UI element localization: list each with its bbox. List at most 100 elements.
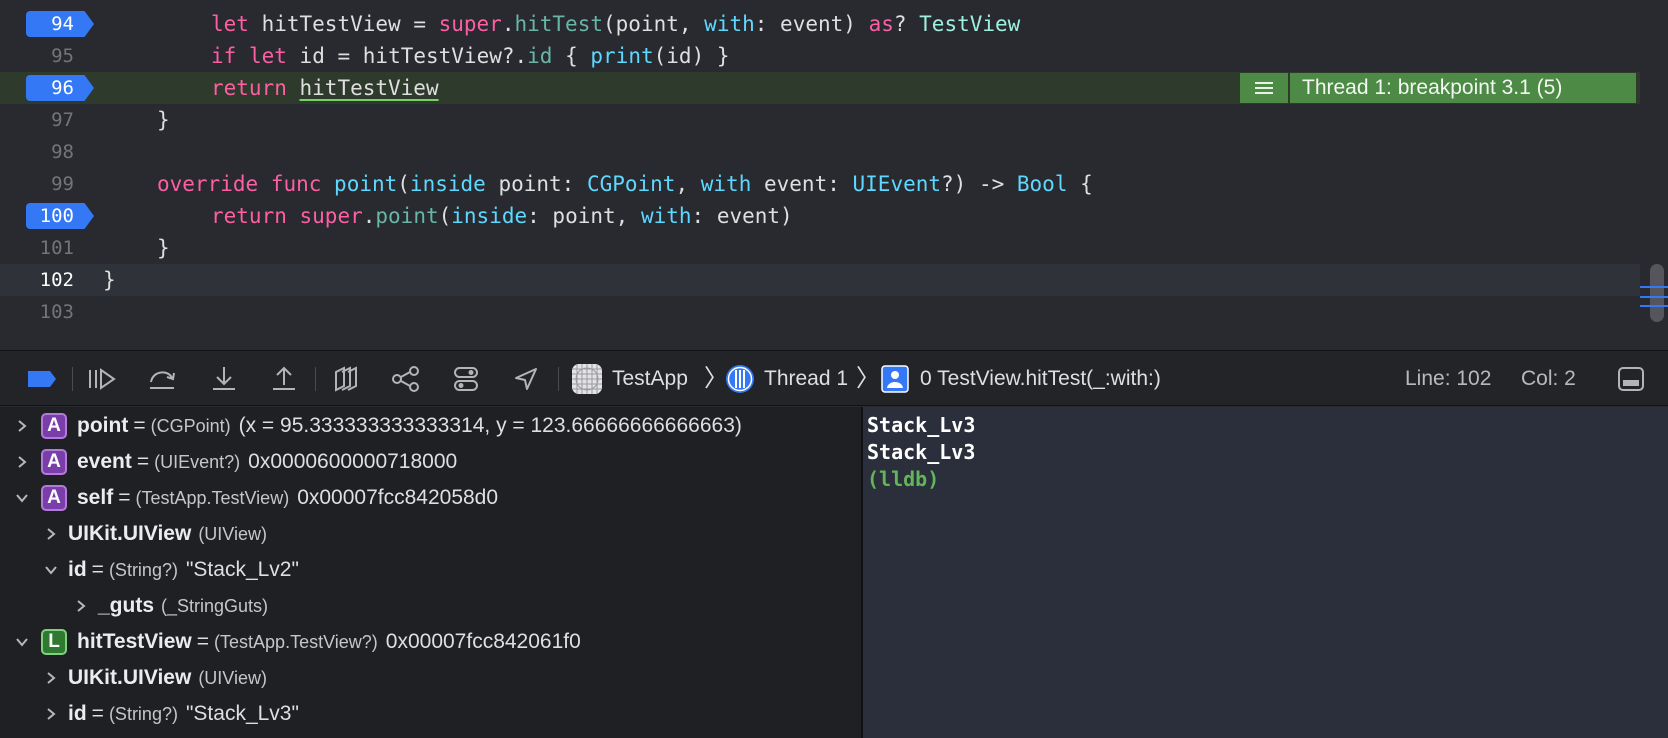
cursor-line-label: Line: 102	[1405, 367, 1492, 390]
variable-value: "Stack_Lv3"	[185, 702, 299, 725]
line-number: 99	[51, 173, 74, 195]
menu-lines-icon[interactable]	[1240, 73, 1288, 103]
breadcrumb-frame[interactable]: 0 TestView.hitTest(_:with:)	[920, 363, 1161, 395]
line-number: 97	[51, 109, 74, 131]
argument-badge-icon: A	[41, 413, 67, 439]
breadcrumb-app[interactable]: TestApp	[612, 363, 688, 395]
thread-breakpoint-label: Thread 1: breakpoint 3.1 (5)	[1290, 73, 1636, 103]
toggle-console-icon[interactable]	[1614, 363, 1648, 395]
code-text: if let id = hitTestView?.id { print(id) …	[211, 44, 730, 68]
code-text: }	[157, 108, 170, 132]
continue-icon[interactable]	[84, 363, 120, 395]
chevron-right-icon: 〉	[856, 365, 880, 392]
code-line-98[interactable]: 98	[0, 136, 1640, 168]
variable-name: hitTestView	[77, 630, 192, 653]
app-icon[interactable]	[570, 363, 604, 395]
code-text: let hitTestView = super.hitTest(point, w…	[211, 12, 1021, 36]
minimap-marker	[1640, 286, 1668, 288]
variable-row[interactable]: id = (String?) "Stack_Lv2"	[0, 552, 861, 588]
argument-badge-icon: A	[41, 449, 67, 475]
variable-row[interactable]: UIKit.UIView (UIView)	[0, 516, 861, 552]
variable-type: (_StringGuts)	[161, 595, 269, 616]
variable-row[interactable]: _guts (_StringGuts)	[0, 588, 861, 624]
variable-type: (CGPoint)	[150, 415, 231, 436]
line-number: 102	[39, 269, 74, 291]
variable-type: (String?)	[108, 559, 178, 580]
line-number: 103	[39, 301, 74, 323]
variable-row[interactable]: A point = (CGPoint) (x = 95.333333333333…	[0, 408, 861, 444]
console-output-line: Stack_Lv3	[867, 440, 976, 464]
step-into-icon[interactable]	[206, 363, 242, 395]
variable-value: 0x0000600000718000	[248, 450, 458, 473]
variable-row[interactable]: UIKit.UIView (UIView)	[0, 660, 861, 696]
disclosure-collapsed-icon[interactable]	[74, 599, 88, 613]
code-text: }	[103, 268, 116, 292]
code-line-97[interactable]: 97 }	[0, 104, 1640, 136]
variable-name: UIKit.UIView	[68, 666, 192, 689]
disclosure-collapsed-icon[interactable]	[15, 419, 29, 433]
variable-type: (String?)	[108, 703, 178, 724]
variable-type: (UIView)	[198, 523, 267, 544]
code-line-101[interactable]: 101 }	[0, 232, 1640, 264]
source-editor[interactable]: 94 let hitTestView = super.hitTest(point…	[0, 0, 1668, 349]
variable-row[interactable]: L hitTestView = (TestApp.TestView?) 0x00…	[0, 624, 861, 660]
code-line-95[interactable]: 95 if let id = hitTestView?.id { print(i…	[0, 40, 1640, 72]
code-text: }	[157, 236, 170, 260]
view-hierarchy-icon[interactable]	[328, 363, 364, 395]
line-number: 94	[51, 13, 74, 35]
variable-name: self	[77, 486, 114, 509]
stack-frame-icon[interactable]	[880, 363, 910, 395]
editor-scrollbar[interactable]	[1650, 264, 1664, 322]
code-line-100[interactable]: 100 return super.point(inside: point, wi…	[0, 200, 1640, 232]
step-out-icon[interactable]	[266, 363, 302, 395]
line-number: 98	[51, 141, 74, 163]
simulate-location-icon[interactable]	[508, 363, 544, 395]
breadcrumb-thread[interactable]: Thread 1	[764, 363, 848, 395]
variable-value: "Stack_Lv2"	[185, 558, 299, 581]
thread-icon[interactable]	[724, 363, 756, 395]
disclosure-collapsed-icon[interactable]	[44, 527, 58, 541]
debug-bar: TestApp 〉 Thread 1 〉 0 TestView.hitTest(…	[0, 350, 1668, 406]
variable-row[interactable]: id = (String?) "Stack_Lv3"	[0, 696, 861, 732]
variable-type: (UIView)	[198, 667, 267, 688]
disclosure-expanded-icon[interactable]	[44, 563, 58, 577]
variable-value: (x = 95.333333333333314, y = 123.6666666…	[238, 414, 742, 437]
debug-console[interactable]: Stack_Lv3 Stack_Lv3 (lldb)	[863, 407, 1668, 738]
variable-type: (UIEvent?)	[154, 451, 241, 472]
code-text: return hitTestView	[211, 76, 439, 100]
variable-value: 0x00007fcc842061f0	[385, 630, 581, 653]
minimap-marker	[1640, 296, 1668, 298]
code-line-94[interactable]: 94 let hitTestView = super.hitTest(point…	[0, 8, 1640, 40]
disclosure-collapsed-icon[interactable]	[44, 671, 58, 685]
code-line-103[interactable]: 103	[0, 296, 1640, 328]
variable-name: point	[77, 414, 129, 437]
minimap-marker	[1640, 305, 1668, 307]
variable-name: UIKit.UIView	[68, 522, 192, 545]
line-number: 101	[39, 237, 74, 259]
disclosure-expanded-icon[interactable]	[15, 491, 29, 505]
disclosure-collapsed-icon[interactable]	[15, 455, 29, 469]
code-text: override func point(inside point: CGPoin…	[157, 172, 1093, 196]
line-number: 96	[51, 77, 74, 99]
variable-name: _guts	[98, 594, 155, 617]
variable-row[interactable]: A self = (TestApp.TestView) 0x00007fcc84…	[0, 480, 861, 516]
variable-row[interactable]: A event = (UIEvent?) 0x0000600000718000	[0, 444, 861, 480]
code-line-99[interactable]: 99 override func point(inside point: CGP…	[0, 168, 1640, 200]
local-badge-icon: L	[41, 629, 67, 655]
cursor-col-label: Col: 2	[1521, 367, 1576, 390]
variable-type: (TestApp.TestView)	[135, 487, 290, 508]
variable-name: id	[68, 702, 87, 725]
memory-graph-icon[interactable]	[388, 363, 424, 395]
toggle-breakpoints-icon[interactable]	[24, 363, 60, 395]
environment-overrides-icon[interactable]	[448, 363, 484, 395]
thread-breakpoint-annotation[interactable]: Thread 1: breakpoint 3.1 (5)	[1240, 73, 1636, 103]
variable-name: event	[77, 450, 132, 473]
disclosure-expanded-icon[interactable]	[15, 635, 29, 649]
lldb-prompt[interactable]: (lldb)	[867, 466, 1668, 493]
step-over-icon[interactable]	[144, 363, 180, 395]
disclosure-collapsed-icon[interactable]	[44, 707, 58, 721]
code-line-102[interactable]: 102 }	[0, 264, 1640, 296]
console-output-line: Stack_Lv3	[867, 413, 976, 437]
variables-view[interactable]: A point = (CGPoint) (x = 95.333333333333…	[0, 407, 861, 738]
variable-type: (TestApp.TestView?)	[214, 631, 378, 652]
